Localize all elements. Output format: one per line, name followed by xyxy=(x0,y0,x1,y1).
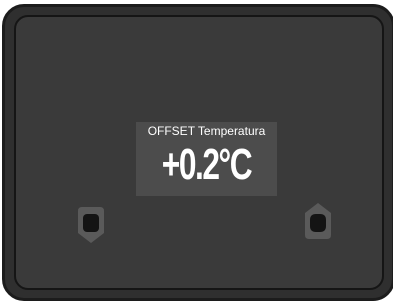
up-button[interactable] xyxy=(303,199,333,239)
chevron-up-icon xyxy=(305,203,331,239)
lcd-display: OFFSET Temperatura +0.2°C xyxy=(136,122,277,196)
down-button[interactable] xyxy=(76,207,106,247)
chevron-down-icon xyxy=(78,207,104,243)
offset-value: +0.2°C xyxy=(161,140,253,189)
